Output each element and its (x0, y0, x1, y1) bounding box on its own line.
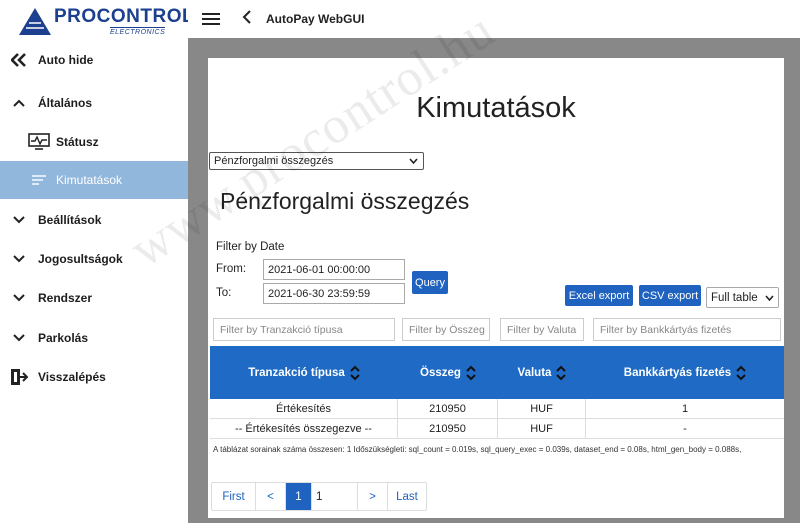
table-row: Értékesítés 210950 HUF 1 (210, 399, 784, 419)
table-cell: 210950 (398, 399, 498, 419)
to-date-input[interactable]: 2021-06-30 23:59:59 (263, 283, 405, 304)
sidebar-item-beallitasok[interactable]: Beállítások (0, 201, 188, 239)
report-select-value: Pénzforgalmi összegzés (214, 155, 334, 167)
sidebar: PROCONTROL ELECTRONICS Auto hide Általán… (0, 0, 194, 523)
pager-page-input[interactable]: 1 (312, 483, 358, 510)
csv-export-button[interactable]: CSV export (639, 285, 701, 306)
pager-current-page[interactable]: 1 (286, 483, 312, 510)
table-cell: 210950 (398, 419, 498, 439)
chevron-down-icon (0, 294, 38, 302)
sidebar-item-parkolas[interactable]: Parkolás (0, 319, 188, 357)
pager-next-button[interactable]: > (358, 483, 388, 510)
sidebar-item-label: Beállítások (38, 213, 102, 227)
sidebar-item-label: Jogosultságok (38, 252, 123, 266)
table-mode-value: Full table (711, 291, 758, 304)
section-title: Pénzforgalmi összegzés (220, 188, 470, 214)
monitor-pulse-icon (26, 133, 52, 151)
chevron-down-icon (0, 255, 38, 263)
table-cell: 1 (681, 403, 689, 415)
logo-subtitle: ELECTRONICS (110, 27, 166, 36)
pager-first-button[interactable]: First (212, 483, 256, 510)
sort-icon (556, 365, 567, 381)
top-bar: AutoPay WebGUI (188, 0, 800, 38)
sort-icon (466, 365, 476, 381)
sidebar-item-rendszer[interactable]: Rendszer (0, 279, 188, 317)
sidebar-item-label: Státusz (56, 135, 99, 149)
table-info-text: A táblázat sorainak száma összesen: 1 Id… (213, 445, 742, 454)
sort-icon (736, 365, 746, 381)
chevron-down-icon (765, 294, 774, 301)
sidebar-item-label: Rendszer (38, 291, 93, 305)
table-cell: -- Értékesítés összegezve -- (210, 419, 398, 439)
report-type-select[interactable]: Pénzforgalmi összegzés (209, 152, 424, 170)
sidebar-item-label: Általános (38, 96, 93, 110)
sidebar-item-kimutatasok[interactable]: Kimutatások (0, 161, 188, 199)
pager-prev-button[interactable]: < (256, 483, 286, 510)
filter-currency-input[interactable]: Filter by Valuta (500, 318, 584, 341)
hamburger-menu-icon[interactable] (202, 13, 220, 25)
sidebar-item-label: Auto hide (38, 53, 94, 67)
table-cell: Értékesítés (210, 399, 398, 419)
chevron-down-icon (0, 334, 38, 342)
sidebar-item-statusz[interactable]: Státusz (0, 123, 188, 161)
to-label: To: (216, 287, 232, 299)
logo-name: PROCONTROL (54, 6, 195, 27)
table-mode-select[interactable]: Full table (706, 287, 779, 308)
column-header-card[interactable]: Bankkártyás fizetés (586, 346, 784, 399)
excel-export-button[interactable]: Excel export (565, 285, 633, 306)
sidebar-item-auto-hide[interactable]: Auto hide (0, 41, 188, 79)
sidebar-item-visszalepes[interactable]: Visszalépés (0, 358, 188, 396)
chevron-down-icon (409, 158, 418, 164)
pagination: First < 1 1 > Last (211, 482, 427, 511)
app-title: AutoPay WebGUI (266, 12, 365, 26)
filter-by-date-label: Filter by Date (216, 241, 285, 253)
double-chevron-left-icon (0, 53, 38, 67)
from-label: From: (216, 263, 247, 275)
table-row: -- Értékesítés összegezve -- 210950 HUF … (210, 419, 784, 439)
table-header: Tranzakció típusa Összeg Valuta Bankkárt… (210, 346, 784, 399)
column-header-amount[interactable]: Összeg (398, 346, 498, 399)
sidebar-item-altalanos[interactable]: Általános (0, 84, 188, 122)
column-header-type[interactable]: Tranzakció típusa (210, 346, 398, 399)
back-chevron-icon[interactable] (242, 9, 252, 29)
procontrol-logo[interactable]: PROCONTROL ELECTRONICS (18, 4, 194, 36)
column-header-currency[interactable]: Valuta (498, 346, 586, 399)
table-cell: - (683, 423, 687, 435)
pager-last-button[interactable]: Last (388, 483, 426, 510)
sidebar-item-label: Parkolás (38, 331, 89, 345)
logout-icon (0, 368, 38, 386)
sidebar-item-label: Visszalépés (38, 370, 106, 384)
sidebar-item-jogosultsagok[interactable]: Jogosultságok (0, 240, 188, 278)
page-title: Kimutatások (416, 92, 576, 124)
query-button[interactable]: Query (412, 271, 448, 294)
table-cell: HUF (498, 399, 586, 419)
sort-icon (350, 365, 360, 381)
sidebar-item-label: Kimutatások (56, 173, 123, 187)
chevron-up-icon (0, 99, 38, 107)
table-cell: HUF (498, 419, 586, 439)
filter-amount-input[interactable]: Filter by Összeg (402, 318, 490, 341)
filter-card-input[interactable]: Filter by Bankkártyás fizetés (593, 318, 781, 341)
logo-triangle-icon (19, 8, 51, 35)
text-lines-icon (26, 174, 52, 186)
filter-type-input[interactable]: Filter by Tranzakció típusa (213, 318, 395, 341)
from-date-input[interactable]: 2021-06-01 00:00:00 (263, 259, 405, 280)
report-panel: Kimutatások Pénzforgalmi összegzés Pénzf… (208, 58, 784, 518)
chevron-down-icon (0, 216, 38, 224)
